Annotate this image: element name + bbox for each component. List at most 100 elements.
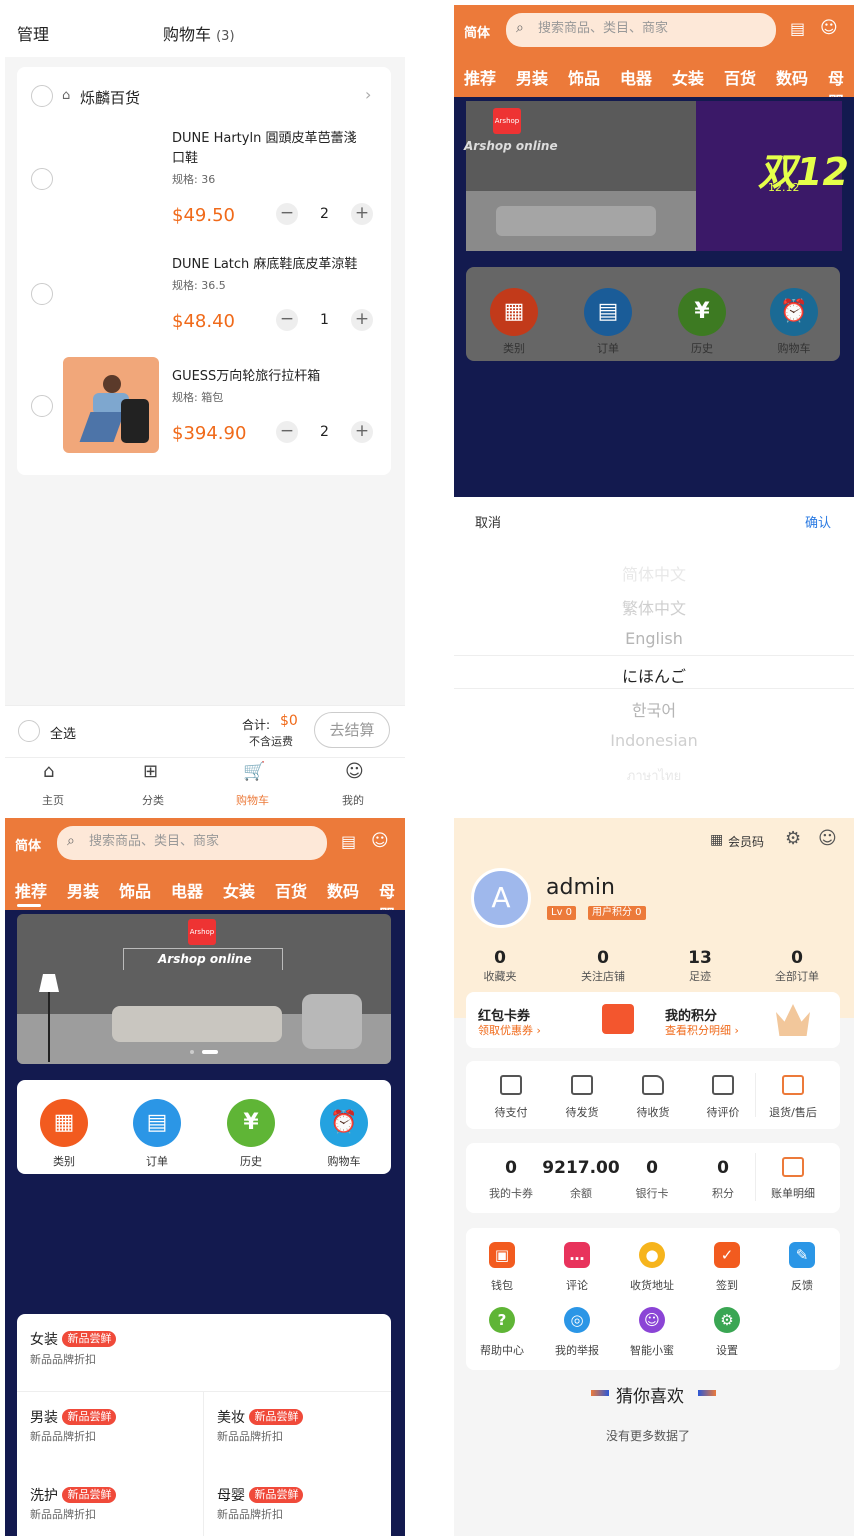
section-tile[interactable]: 洗护 新品尝鲜: [30, 1485, 117, 1505]
confirm-button[interactable]: 确认: [805, 512, 831, 531]
order-icon[interactable]: ▤: [584, 288, 632, 336]
settings-icon[interactable]: ⚙: [785, 828, 801, 849]
search-input[interactable]: 搜索商品、类目、商家: [57, 826, 327, 860]
product-name[interactable]: GUESS万向轮旅行拉杆箱: [172, 365, 320, 384]
service-label[interactable]: 帮助中心: [467, 1342, 537, 1358]
category-tab[interactable]: 男装: [516, 65, 548, 89]
increase-qty-button[interactable]: +: [351, 309, 373, 331]
comment-icon[interactable]: [712, 1075, 734, 1095]
tab-cart[interactable]: 购物车: [236, 792, 269, 806]
bill-icon[interactable]: [782, 1157, 804, 1177]
category-tab[interactable]: 百货: [275, 878, 307, 902]
service-label[interactable]: 收货地址: [617, 1277, 687, 1293]
truck-icon[interactable]: [642, 1075, 664, 1095]
select-all-radio[interactable]: [18, 720, 40, 742]
section-tile[interactable]: 男装 新品尝鲜: [30, 1407, 117, 1427]
service-label[interactable]: 智能小蜜: [617, 1342, 687, 1358]
home-icon[interactable]: ⌂: [43, 761, 54, 782]
order-label[interactable]: 待收货: [618, 1104, 688, 1120]
increase-qty-button[interactable]: +: [351, 421, 373, 443]
wallet-pay-icon[interactable]: [500, 1075, 522, 1095]
quick-label[interactable]: 类别: [29, 1153, 99, 1169]
return-icon[interactable]: [782, 1075, 804, 1095]
cart-icon[interactable]: 🛒: [243, 761, 265, 782]
category-tab[interactable]: 数码: [327, 878, 359, 902]
qty-value[interactable]: 2: [320, 424, 329, 440]
category-grid-icon[interactable]: ▦: [490, 288, 538, 336]
tab-mine[interactable]: 我的: [342, 792, 364, 806]
language-option-selected[interactable]: にほんご: [454, 663, 854, 687]
wallet-value[interactable]: 0: [683, 1158, 763, 1178]
store-select-radio[interactable]: [31, 85, 53, 107]
quick-label[interactable]: 购物车: [759, 340, 829, 356]
language-button[interactable]: 简体: [15, 835, 41, 854]
language-option[interactable]: Indonesian: [454, 731, 854, 750]
order-label[interactable]: 待支付: [476, 1104, 546, 1120]
history-icon[interactable]: ¥: [678, 288, 726, 336]
section-tile[interactable]: 母婴 新品尝鲜: [217, 1485, 304, 1505]
feedback-icon[interactable]: ✎: [789, 1242, 815, 1268]
quick-label[interactable]: 历史: [667, 340, 737, 356]
category-tab[interactable]: 饰品: [119, 878, 151, 902]
select-all-label[interactable]: 全选: [50, 723, 76, 742]
search-input[interactable]: 搜索商品、类目、商家: [506, 13, 776, 47]
checkout-button[interactable]: 去结算: [314, 712, 390, 748]
order-icon[interactable]: ▤: [133, 1099, 181, 1147]
section-tile[interactable]: 女装 新品尝鲜: [30, 1329, 117, 1349]
stat-count[interactable]: 13: [660, 948, 740, 968]
order-label[interactable]: 待发货: [547, 1104, 617, 1120]
scan-icon[interactable]: ▤: [790, 19, 805, 38]
category-tab[interactable]: 推荐: [15, 878, 47, 902]
message-icon[interactable]: ☺: [820, 18, 838, 38]
stat-count[interactable]: 0: [563, 948, 643, 968]
settings-gear-icon[interactable]: ⚙: [714, 1307, 740, 1333]
service-label[interactable]: 签到: [692, 1277, 762, 1293]
stat-count[interactable]: 0: [757, 948, 837, 968]
avatar[interactable]: A: [471, 868, 531, 928]
quick-label[interactable]: 购物车: [309, 1153, 379, 1169]
calendar-check-icon[interactable]: ✓: [714, 1242, 740, 1268]
decrease-qty-button[interactable]: −: [276, 203, 298, 225]
tab-home[interactable]: 主页: [42, 792, 64, 806]
quick-label[interactable]: 订单: [122, 1153, 192, 1169]
wallet-label[interactable]: 积分: [683, 1185, 763, 1201]
language-option[interactable]: ภาษาไทย: [454, 765, 854, 786]
help-icon[interactable]: ?: [489, 1307, 515, 1333]
order-label[interactable]: 待评价: [688, 1104, 758, 1120]
stat-label[interactable]: 全部订单: [757, 968, 837, 984]
decrease-qty-button[interactable]: −: [276, 421, 298, 443]
service-label[interactable]: 设置: [692, 1342, 762, 1358]
service-label[interactable]: 评论: [542, 1277, 612, 1293]
quick-label[interactable]: 订单: [573, 340, 643, 356]
quick-label[interactable]: 历史: [216, 1153, 286, 1169]
bill-label[interactable]: 账单明细: [758, 1185, 828, 1201]
language-option[interactable]: English: [454, 629, 854, 648]
comment-icon[interactable]: …: [564, 1242, 590, 1268]
order-label[interactable]: 退货/售后: [758, 1104, 828, 1120]
stat-count[interactable]: 0: [460, 948, 540, 968]
message-icon[interactable]: ☺: [371, 831, 389, 851]
alarm-clock-icon[interactable]: ⏰: [320, 1099, 368, 1147]
stat-label[interactable]: 足迹: [660, 968, 740, 984]
item-select-radio[interactable]: [31, 168, 53, 190]
product-name[interactable]: DUNE Hartyln 圓頭皮革芭蕾淺: [172, 127, 356, 146]
stat-label[interactable]: 关注店铺: [563, 968, 643, 984]
product-image[interactable]: [63, 357, 159, 453]
points-link[interactable]: 查看积分明细 ›: [665, 1022, 739, 1038]
target-icon[interactable]: ◎: [564, 1307, 590, 1333]
qty-value[interactable]: 2: [320, 206, 329, 222]
box-icon[interactable]: [571, 1075, 593, 1095]
store-name[interactable]: 烁麟百货: [80, 87, 140, 108]
cancel-button[interactable]: 取消: [475, 512, 501, 531]
tab-category[interactable]: 分类: [142, 792, 164, 806]
qty-value[interactable]: 1: [320, 312, 329, 328]
language-option[interactable]: 한국어: [454, 697, 854, 721]
wallet-value[interactable]: 9217.00: [541, 1158, 621, 1178]
wallet-label[interactable]: 我的卡券: [471, 1185, 551, 1201]
message-icon[interactable]: ☺: [818, 828, 837, 849]
category-grid-icon[interactable]: ▦: [40, 1099, 88, 1147]
quick-label[interactable]: 类别: [479, 340, 549, 356]
category-tab[interactable]: 男装: [67, 878, 99, 902]
category-tab[interactable]: 电器: [620, 65, 652, 89]
history-icon[interactable]: ¥: [227, 1099, 275, 1147]
